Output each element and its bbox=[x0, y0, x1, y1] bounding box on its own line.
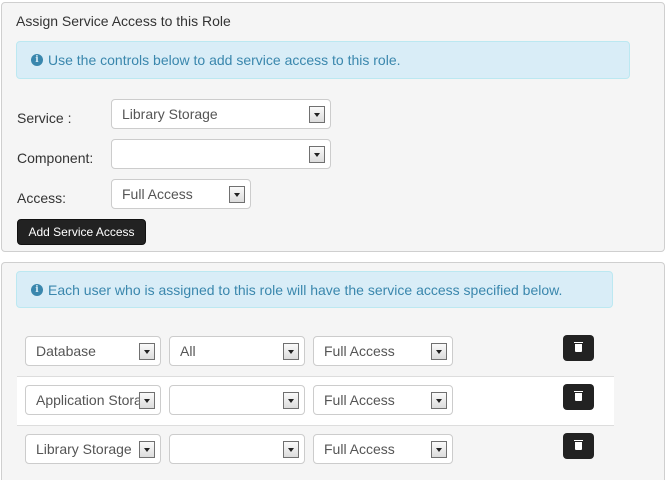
row-service-select[interactable]: Library Storage bbox=[25, 434, 161, 464]
access-label: Access: bbox=[17, 190, 67, 206]
info-icon: i bbox=[31, 283, 43, 296]
chevron-down-icon[interactable] bbox=[431, 392, 447, 409]
row-access-value: Full Access bbox=[324, 441, 395, 457]
chevron-down-icon[interactable] bbox=[283, 392, 299, 409]
row-component-select[interactable] bbox=[169, 385, 305, 415]
service-access-list-panel: i Each user who is assigned to this role… bbox=[1, 262, 665, 480]
trash-icon bbox=[574, 440, 583, 441]
row-service-value: Application Storage bbox=[36, 392, 140, 408]
row-access-select[interactable]: Full Access bbox=[313, 336, 453, 366]
row-access-select[interactable]: Full Access bbox=[313, 434, 453, 464]
trash-icon bbox=[574, 342, 583, 343]
assign-service-access-panel: Assign Service Access to this Role i Use… bbox=[1, 2, 665, 252]
chevron-down-icon[interactable] bbox=[283, 441, 299, 458]
component-select[interactable] bbox=[111, 139, 331, 169]
delete-row-button[interactable] bbox=[563, 433, 594, 459]
chevron-down-icon[interactable] bbox=[309, 146, 325, 163]
chevron-down-icon[interactable] bbox=[283, 343, 299, 360]
info-alert: i Each user who is assigned to this role… bbox=[16, 271, 613, 308]
row-service-value: Library Storage bbox=[36, 441, 132, 457]
table-row: Database All Full Access bbox=[17, 328, 614, 376]
row-component-select[interactable]: All bbox=[169, 336, 305, 366]
info-alert-text: Each user who is assigned to this role w… bbox=[48, 281, 563, 298]
info-alert-text: Use the controls below to add service ac… bbox=[48, 52, 401, 68]
info-icon: i bbox=[31, 54, 43, 66]
row-service-select[interactable]: Database bbox=[25, 336, 161, 366]
delete-row-button[interactable] bbox=[563, 384, 594, 410]
row-component-value: All bbox=[180, 343, 196, 359]
trash-icon bbox=[575, 344, 582, 352]
access-select[interactable]: Full Access bbox=[111, 179, 251, 209]
chevron-down-icon[interactable] bbox=[229, 186, 245, 203]
table-row: Application Storage Full Access bbox=[17, 377, 614, 425]
chevron-down-icon[interactable] bbox=[309, 106, 325, 123]
delete-row-button[interactable] bbox=[563, 335, 594, 361]
row-service-value: Database bbox=[36, 343, 96, 359]
table-row: Library Storage Full Access bbox=[17, 426, 614, 474]
trash-icon bbox=[575, 442, 582, 450]
panel-title: Assign Service Access to this Role bbox=[16, 13, 231, 29]
row-service-select[interactable]: Application Storage bbox=[25, 385, 161, 415]
row-access-value: Full Access bbox=[324, 343, 395, 359]
chevron-down-icon[interactable] bbox=[139, 392, 155, 409]
service-label: Service : bbox=[17, 110, 72, 126]
access-select-value: Full Access bbox=[122, 186, 193, 202]
row-access-value: Full Access bbox=[324, 392, 395, 408]
service-select-value: Library Storage bbox=[122, 106, 218, 122]
info-alert: i Use the controls below to add service … bbox=[16, 41, 630, 79]
component-label: Component: bbox=[17, 150, 94, 166]
add-service-access-button[interactable]: Add Service Access bbox=[17, 219, 146, 245]
row-component-select[interactable] bbox=[169, 434, 305, 464]
row-access-select[interactable]: Full Access bbox=[313, 385, 453, 415]
chevron-down-icon[interactable] bbox=[139, 343, 155, 360]
chevron-down-icon[interactable] bbox=[431, 343, 447, 360]
service-select[interactable]: Library Storage bbox=[111, 99, 331, 129]
chevron-down-icon[interactable] bbox=[139, 441, 155, 458]
chevron-down-icon[interactable] bbox=[431, 441, 447, 458]
trash-icon bbox=[575, 393, 582, 401]
trash-icon bbox=[574, 391, 583, 392]
